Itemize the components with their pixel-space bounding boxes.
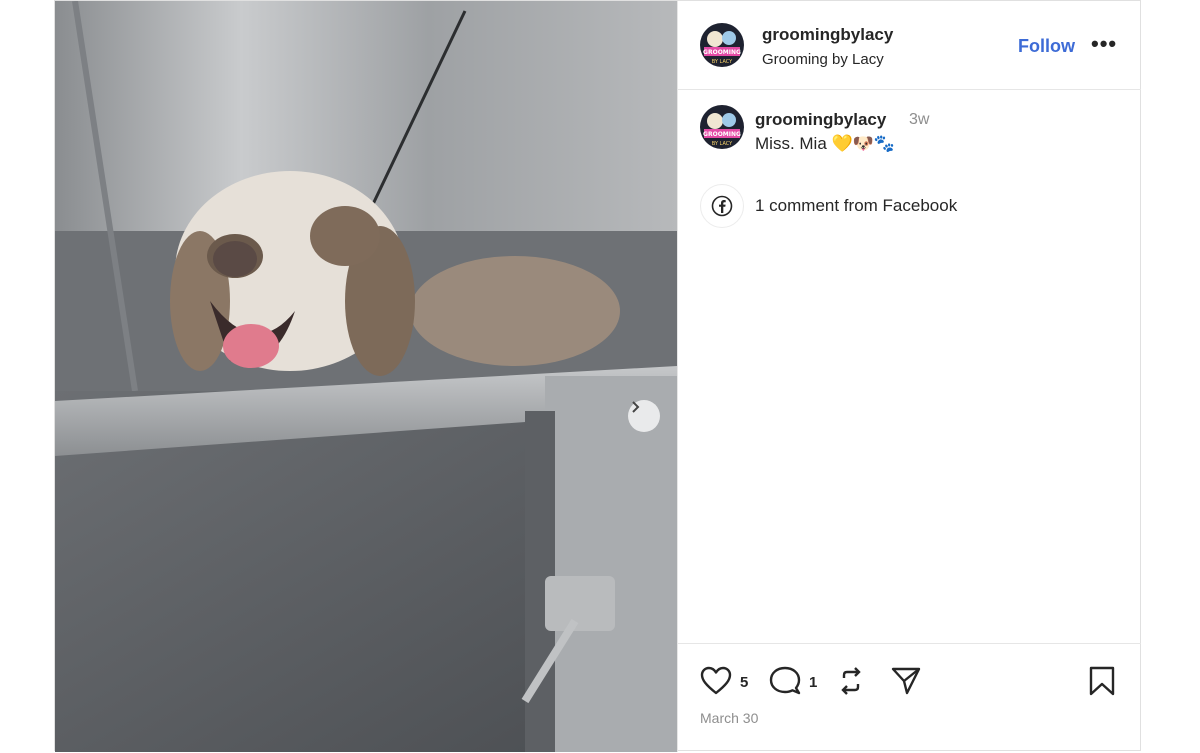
caption-username[interactable]: groomingbylacy [755, 110, 886, 130]
repost-button[interactable] [836, 666, 866, 701]
comment-count[interactable]: 1 [809, 674, 817, 691]
groomingbylacy-logo: GROOMING BY LACY [700, 105, 744, 149]
svg-text:BY LACY: BY LACY [712, 59, 733, 65]
svg-text:BY LACY: BY LACY [712, 141, 733, 147]
heart-icon [700, 666, 732, 695]
next-image-button[interactable] [628, 400, 660, 432]
post-date[interactable]: March 30 [700, 710, 758, 726]
facebook-icon [700, 184, 744, 228]
facebook-comments-link[interactable]: 1 comment from Facebook [755, 196, 957, 216]
svg-text:GROOMING: GROOMING [703, 131, 741, 138]
caption-avatar[interactable]: GROOMING BY LACY [700, 105, 744, 149]
post-username[interactable]: groomingbylacy [762, 25, 893, 45]
groomingbylacy-logo: GROOMING BY LACY [700, 23, 744, 67]
more-options-icon[interactable]: ••• [1091, 31, 1117, 57]
save-button[interactable] [1088, 666, 1116, 701]
avatar[interactable]: GROOMING BY LACY [700, 23, 744, 67]
caption-timestamp[interactable]: 3w [909, 111, 929, 129]
post-display-name: Grooming by Lacy [762, 51, 884, 68]
comment-icon [769, 666, 801, 695]
share-button[interactable] [890, 666, 922, 701]
share-icon [891, 667, 921, 695]
repost-icon [841, 667, 861, 695]
post-sidebar: GROOMING BY LACY groomingbylacy Grooming… [677, 1, 1141, 752]
caption-text: Miss. Mia 💛🐶🐾 [755, 134, 896, 153]
bookmark-icon [1089, 666, 1115, 696]
like-count[interactable]: 5 [740, 674, 748, 691]
action-bar: 5 1 March 30 [678, 643, 1141, 753]
comment-button[interactable] [769, 666, 801, 701]
post-header: GROOMING BY LACY groomingbylacy Grooming… [678, 1, 1141, 90]
dog-in-grooming-tub-photo [55, 1, 677, 752]
svg-text:GROOMING: GROOMING [703, 49, 741, 56]
chevron-right-icon [632, 401, 640, 413]
follow-button[interactable]: Follow [1018, 36, 1075, 57]
post-card: GROOMING BY LACY groomingbylacy Grooming… [54, 0, 1141, 752]
like-button[interactable] [700, 666, 732, 701]
post-image[interactable] [55, 1, 677, 752]
